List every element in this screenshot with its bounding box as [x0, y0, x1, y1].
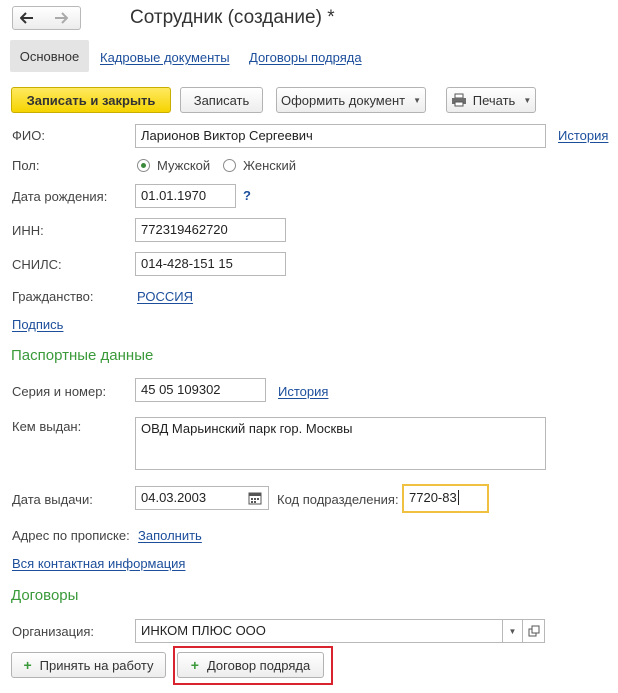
issue-date-label: Дата выдачи: [12, 492, 93, 507]
tab-contracts[interactable]: Договоры подряда [249, 50, 362, 65]
dept-code-input[interactable]: 7720-83 [402, 484, 489, 513]
signature-link[interactable]: Подпись [12, 317, 63, 332]
forward-button[interactable] [41, 6, 81, 30]
contract-button[interactable]: + Договор подряда [177, 652, 324, 678]
contracts-section-title: Договоры [11, 587, 79, 604]
tab-main[interactable]: Основное [10, 40, 89, 72]
fio-label: ФИО: [12, 128, 45, 143]
printer-icon [451, 93, 466, 107]
plus-icon: + [23, 657, 32, 673]
hire-button[interactable]: + Принять на работу [11, 652, 166, 678]
issue-document-button[interactable]: Оформить документ ▼ [276, 87, 426, 113]
gender-label: Пол: [12, 158, 40, 173]
birth-date-label: Дата рождения: [12, 189, 108, 204]
organization-dropdown-button[interactable]: ▼ [502, 619, 523, 643]
inn-input[interactable]: 772319462720 [135, 218, 286, 242]
passport-section-title: Паспортные данные [11, 347, 154, 364]
arrow-left-icon [20, 12, 33, 24]
save-and-close-button[interactable]: Записать и закрыть [11, 87, 171, 113]
plus-icon: + [190, 657, 199, 673]
arrow-right-icon [54, 12, 68, 24]
calendar-icon[interactable] [248, 491, 262, 505]
gender-male-label[interactable]: Мужской [157, 158, 210, 173]
organization-label: Организация: [12, 624, 95, 639]
back-button[interactable] [12, 6, 42, 30]
page-title: Сотрудник (создание) * [130, 7, 335, 28]
gender-female-radio[interactable] [223, 159, 236, 172]
open-window-icon [528, 625, 539, 637]
chevron-down-icon: ▼ [413, 95, 422, 105]
passport-series-input[interactable]: 45 05 109302 [135, 378, 266, 402]
print-button[interactable]: Печать ▼ [446, 87, 536, 113]
issued-by-textarea[interactable]: ОВД Марьинский парк гор. Москвы [135, 417, 546, 470]
save-button[interactable]: Записать [180, 87, 263, 113]
gender-male-radio[interactable] [137, 159, 150, 172]
tab-hr-documents[interactable]: Кадровые документы [100, 50, 230, 65]
passport-series-label: Серия и номер: [12, 384, 107, 399]
gender-female-label[interactable]: Женский [243, 158, 296, 173]
citizenship-label: Гражданство: [12, 289, 94, 304]
chevron-down-icon: ▼ [523, 95, 532, 105]
passport-history-link[interactable]: История [278, 384, 328, 399]
dept-code-label: Код подразделения: [277, 492, 399, 507]
fio-input[interactable]: Ларионов Виктор Сергеевич [135, 124, 546, 148]
organization-open-button[interactable] [523, 619, 545, 643]
all-contacts-link[interactable]: Вся контактная информация [12, 556, 185, 571]
organization-input[interactable]: ИНКОМ ПЛЮС ООО [135, 619, 503, 643]
birth-date-input[interactable]: 01.01.1970 [135, 184, 236, 208]
issued-by-label: Кем выдан: [12, 419, 82, 434]
citizenship-link[interactable]: РОССИЯ [137, 289, 193, 304]
address-label: Адрес по прописке: [12, 528, 130, 543]
snils-label: СНИЛС: [12, 257, 62, 272]
inn-label: ИНН: [12, 223, 44, 238]
address-fill-link[interactable]: Заполнить [138, 528, 202, 543]
chevron-down-icon: ▼ [508, 626, 517, 636]
help-icon[interactable]: ? [243, 188, 251, 203]
fio-history-link[interactable]: История [558, 128, 608, 143]
snils-input[interactable]: 014-428-151 15 [135, 252, 286, 276]
